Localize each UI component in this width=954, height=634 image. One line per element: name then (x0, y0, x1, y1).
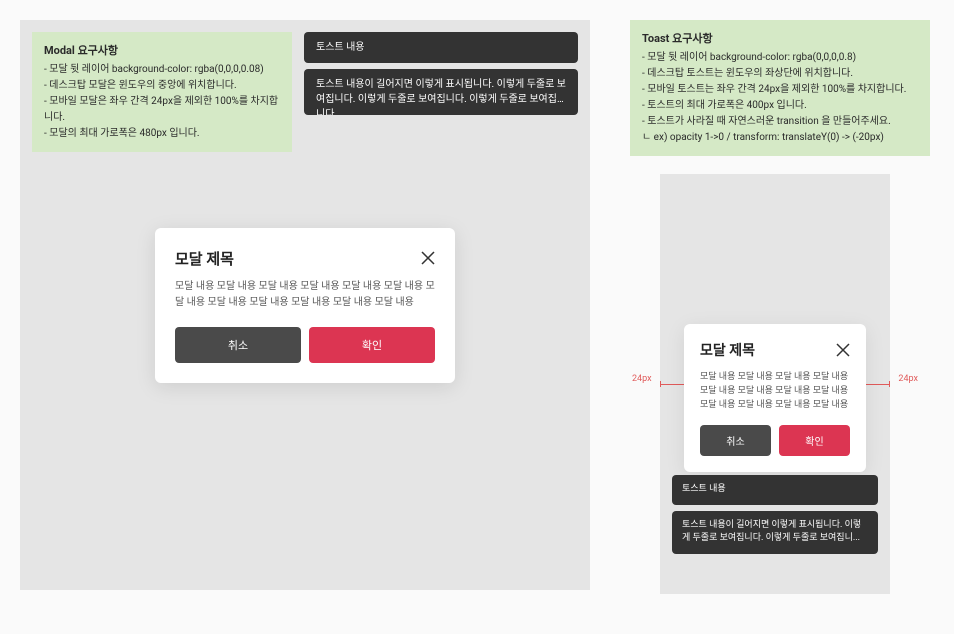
guide-label-right: 24px (898, 374, 918, 384)
toast-note-line: - 모바일 토스트는 좌우 간격 24px을 제외한 100%를 차지합니다. (642, 82, 918, 98)
toast-note-title: Toast 요구사항 (642, 30, 918, 48)
toast-short[interactable]: 토스트 내용 (304, 32, 578, 63)
modal-note-title: Modal 요구사항 (44, 42, 280, 60)
modal-note-line: - 모달 뒷 레이어 background-color: rgba(0,0,0,… (44, 62, 280, 78)
mobile-modal-body: 모달 내용 모달 내용 모달 내용 모달 내용 모달 내용 모달 내용 모달 내… (700, 370, 850, 413)
confirm-button[interactable]: 확인 (779, 425, 850, 456)
confirm-button[interactable]: 확인 (309, 327, 435, 363)
cancel-button[interactable]: 취소 (700, 425, 771, 456)
mobile-modal-title: 모달 제목 (700, 340, 755, 360)
guide-tick (889, 381, 890, 387)
guide-label-left: 24px (632, 374, 652, 384)
toast-note-line: - 데스크탑 토스트는 윈도우의 좌상단에 위치합니다. (642, 66, 918, 82)
modal-note-line: - 모달의 최대 가로폭은 480px 입니다. (44, 126, 280, 142)
mobile-toast-short[interactable]: 토스트 내용 (672, 475, 878, 505)
guide-tick (660, 381, 661, 387)
mobile-modal-dialog: 모달 제목 모달 내용 모달 내용 모달 내용 모달 내용 모달 내용 모달 내… (684, 324, 866, 472)
modal-dialog: 모달 제목 모달 내용 모달 내용 모달 내용 모달 내용 모달 내용 모달 내… (155, 228, 455, 383)
mobile-toast-stack: 토스트 내용 토스트 내용이 길어지면 이렇게 표시됩니다. 이렇게 두줄로 보… (672, 475, 878, 554)
mobile-toast-long[interactable]: 토스트 내용이 길어지면 이렇게 표시됩니다. 이렇게 두줄로 보여집니다. 이… (672, 511, 878, 554)
modal-note-line: - 모바일 모달은 좌우 간격 24px을 제외한 100%를 차지합니다. (44, 94, 280, 126)
modal-note-line: - 데스크탑 모달은 윈도우의 중앙에 위치합니다. (44, 78, 280, 94)
toast-long[interactable]: 토스트 내용이 길어지면 이렇게 표시됩니다. 이렇게 두줄로 보여집니다. 이… (304, 69, 578, 115)
desktop-artboard: Modal 요구사항 - 모달 뒷 레이어 background-color: … (20, 20, 590, 590)
desktop-toast-stack: 토스트 내용 토스트 내용이 길어지면 이렇게 표시됩니다. 이렇게 두줄로 보… (304, 32, 578, 115)
guide-line-left (660, 384, 684, 385)
guide-line-right (866, 384, 890, 385)
toast-note-line: ㄴ ex) opacity 1->0 / transform: translat… (642, 130, 918, 146)
modal-body: 모달 내용 모달 내용 모달 내용 모달 내용 모달 내용 모달 내용 모달 내… (175, 279, 435, 311)
toast-requirements-note: Toast 요구사항 - 모달 뒷 레이어 background-color: … (630, 20, 930, 156)
cancel-button[interactable]: 취소 (175, 327, 301, 363)
modal-requirements-note: Modal 요구사항 - 모달 뒷 레이어 background-color: … (32, 32, 292, 152)
close-icon[interactable] (836, 343, 850, 357)
toast-note-line: - 토스트가 사라질 때 자연스러운 transition 을 만들어주세요. (642, 114, 918, 130)
toast-note-line: - 모달 뒷 레이어 background-color: rgba(0,0,0,… (642, 50, 918, 66)
toast-note-line: - 토스트의 최대 가로폭은 400px 입니다. (642, 98, 918, 114)
close-icon[interactable] (421, 251, 435, 265)
mobile-artboard: 24px 24px 모달 제목 모달 내용 모달 내용 모달 내용 모달 내용 … (660, 174, 890, 594)
modal-title: 모달 제목 (175, 248, 234, 269)
